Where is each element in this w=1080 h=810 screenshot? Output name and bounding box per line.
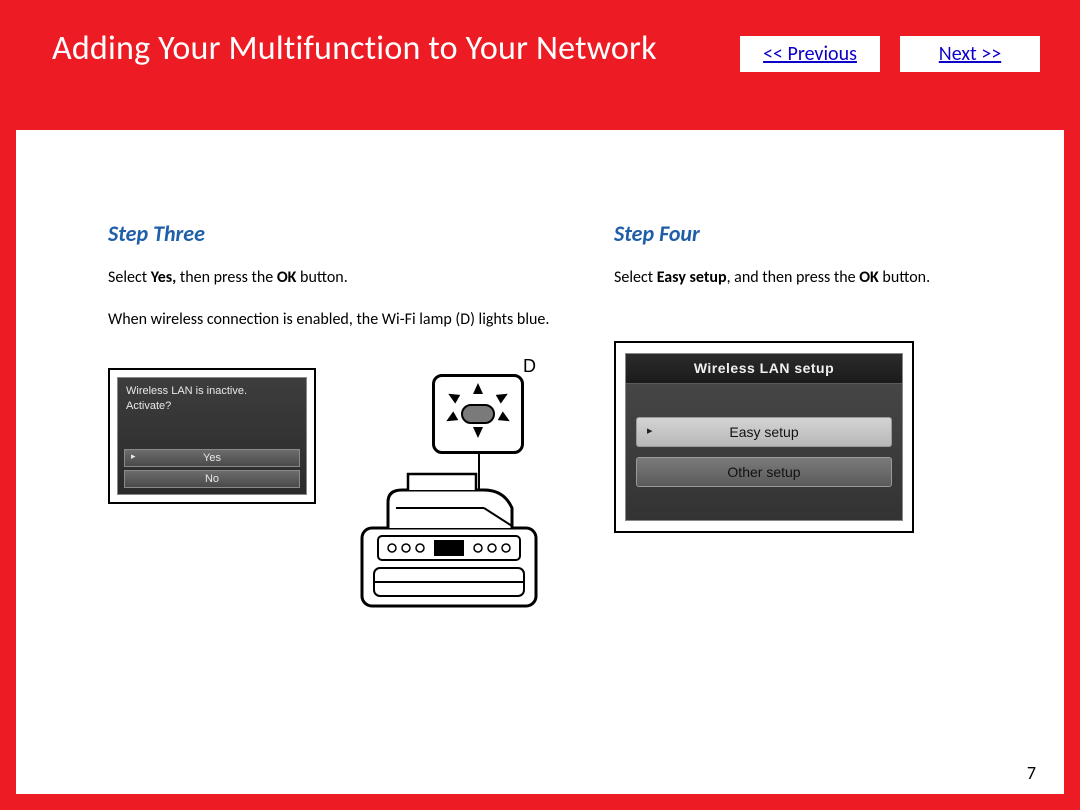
t-bold: OK xyxy=(277,268,297,287)
lcd-setup-screen: Wireless LAN setup Easy setup Other setu… xyxy=(625,353,903,521)
step-three-title: Step Three xyxy=(108,220,554,247)
t: button. xyxy=(296,268,347,287)
wifi-lamp-callout xyxy=(432,374,524,454)
lcd-option-easy: Easy setup xyxy=(636,417,892,447)
callout-d-label: D xyxy=(523,356,536,377)
printer-icon xyxy=(344,458,554,618)
nav-links: << Previous Next >> xyxy=(720,36,1040,72)
t: then press the xyxy=(176,268,277,287)
lcd-option-other: Other setup xyxy=(636,457,892,487)
t-bold: OK xyxy=(859,268,879,287)
t: , and then press the xyxy=(727,268,860,287)
step-four-text: Select Easy setup, and then press the OK… xyxy=(614,267,984,289)
step-four-title: Step Four xyxy=(614,220,984,247)
t-bold: Yes, xyxy=(151,268,177,287)
page-title: Adding Your Multifunction to Your Networ… xyxy=(52,28,720,69)
previous-link[interactable]: << Previous xyxy=(740,36,880,72)
page-number: 7 xyxy=(1027,762,1036,784)
step-three-column: Step Three Select Yes, then press the OK… xyxy=(108,220,554,618)
lcd-setup-frame: Wireless LAN setup Easy setup Other setu… xyxy=(614,341,914,533)
t: button. xyxy=(879,268,930,287)
lcd-setup-title: Wireless LAN setup xyxy=(626,354,902,384)
step-three-text: Select Yes, then press the OK button. Wh… xyxy=(108,267,554,330)
lcd-line2: Activate? xyxy=(126,399,298,414)
lcd-activate-screen: Wireless LAN is inactive. Activate? Yes … xyxy=(117,377,307,495)
t-bold: Easy setup xyxy=(657,268,727,287)
printer-illustration: D xyxy=(344,368,554,618)
lcd-option-no: No xyxy=(124,470,300,488)
content-card: Step Three Select Yes, then press the OK… xyxy=(16,130,1064,794)
step-three-p2: When wireless connection is enabled, the… xyxy=(108,309,554,331)
t: Select xyxy=(614,268,657,287)
lcd-option-yes: Yes xyxy=(124,449,300,467)
wifi-lamp-icon xyxy=(452,397,504,431)
lcd-line1: Wireless LAN is inactive. xyxy=(126,384,298,399)
t: Select xyxy=(108,268,151,287)
next-link[interactable]: Next >> xyxy=(900,36,1040,72)
lcd-activate-frame: Wireless LAN is inactive. Activate? Yes … xyxy=(108,368,316,504)
header-bar: Adding Your Multifunction to Your Networ… xyxy=(0,0,1080,88)
step-four-column: Step Four Select Easy setup, and then pr… xyxy=(614,220,984,618)
